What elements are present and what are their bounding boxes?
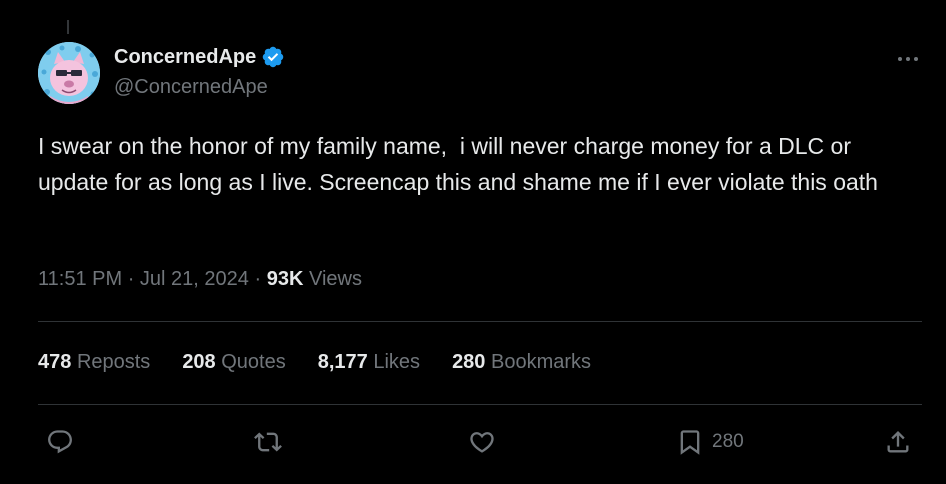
display-name[interactable]: ConcernedApe (114, 46, 256, 69)
bookmark-button[interactable]: 280 (676, 420, 744, 464)
stat-label: Bookmarks (491, 350, 592, 373)
bookmark-count: 280 (712, 431, 744, 452)
stat-label: Likes (373, 350, 421, 373)
action-bar: 280 (38, 420, 922, 464)
tweet-meta: 11:51 PM · Jul 21, 2024 · 93K Views (38, 264, 362, 294)
views-count: 93K (266, 268, 304, 290)
avatar[interactable] (38, 42, 100, 104)
stat-bookmarks[interactable]: 280 Bookmarks (452, 351, 591, 374)
like-button[interactable] (468, 420, 496, 464)
stat-label: Quotes (221, 350, 286, 373)
tweet-header: ConcernedApe @ConcernedApe (38, 41, 922, 107)
stat-count: 280 (452, 350, 486, 373)
stat-count: 478 (38, 350, 72, 373)
meta-separator: · (254, 268, 262, 290)
stat-count: 208 (182, 350, 216, 373)
more-options-icon[interactable] (894, 47, 922, 71)
author-info: ConcernedApe @ConcernedApe (114, 41, 285, 101)
stat-label: Reposts (76, 350, 151, 373)
divider (38, 404, 922, 405)
tweet-time[interactable]: 11:51 PM (38, 268, 122, 290)
heart-icon (470, 432, 494, 453)
meta-separator: · (127, 268, 135, 290)
tweet-text: I swear on the honor of my family name, … (38, 133, 878, 195)
engagement-stats: 478 Reposts 208 Quotes 8,177 Likes 280 B… (38, 346, 623, 378)
repost-button[interactable] (254, 420, 282, 464)
share-button[interactable] (884, 420, 912, 464)
views-label: Views (308, 268, 362, 290)
author-handle[interactable]: @ConcernedApe (114, 73, 285, 101)
stat-quotes[interactable]: 208 Quotes (182, 351, 285, 374)
reply-icon (48, 430, 72, 454)
share-icon (887, 431, 909, 453)
thread-connector-line (67, 20, 69, 34)
stat-count: 8,177 (317, 350, 368, 373)
divider (38, 321, 922, 322)
stat-reposts[interactable]: 478 Reposts (38, 351, 150, 374)
verified-badge-icon[interactable] (261, 45, 285, 69)
display-name-row: ConcernedApe (114, 41, 285, 73)
reply-button[interactable] (46, 420, 74, 464)
stat-likes[interactable]: 8,177 Likes (318, 351, 420, 374)
repost-icon (254, 432, 282, 452)
tweet-date[interactable]: Jul 21, 2024 (140, 268, 249, 290)
bookmark-icon (680, 430, 700, 455)
